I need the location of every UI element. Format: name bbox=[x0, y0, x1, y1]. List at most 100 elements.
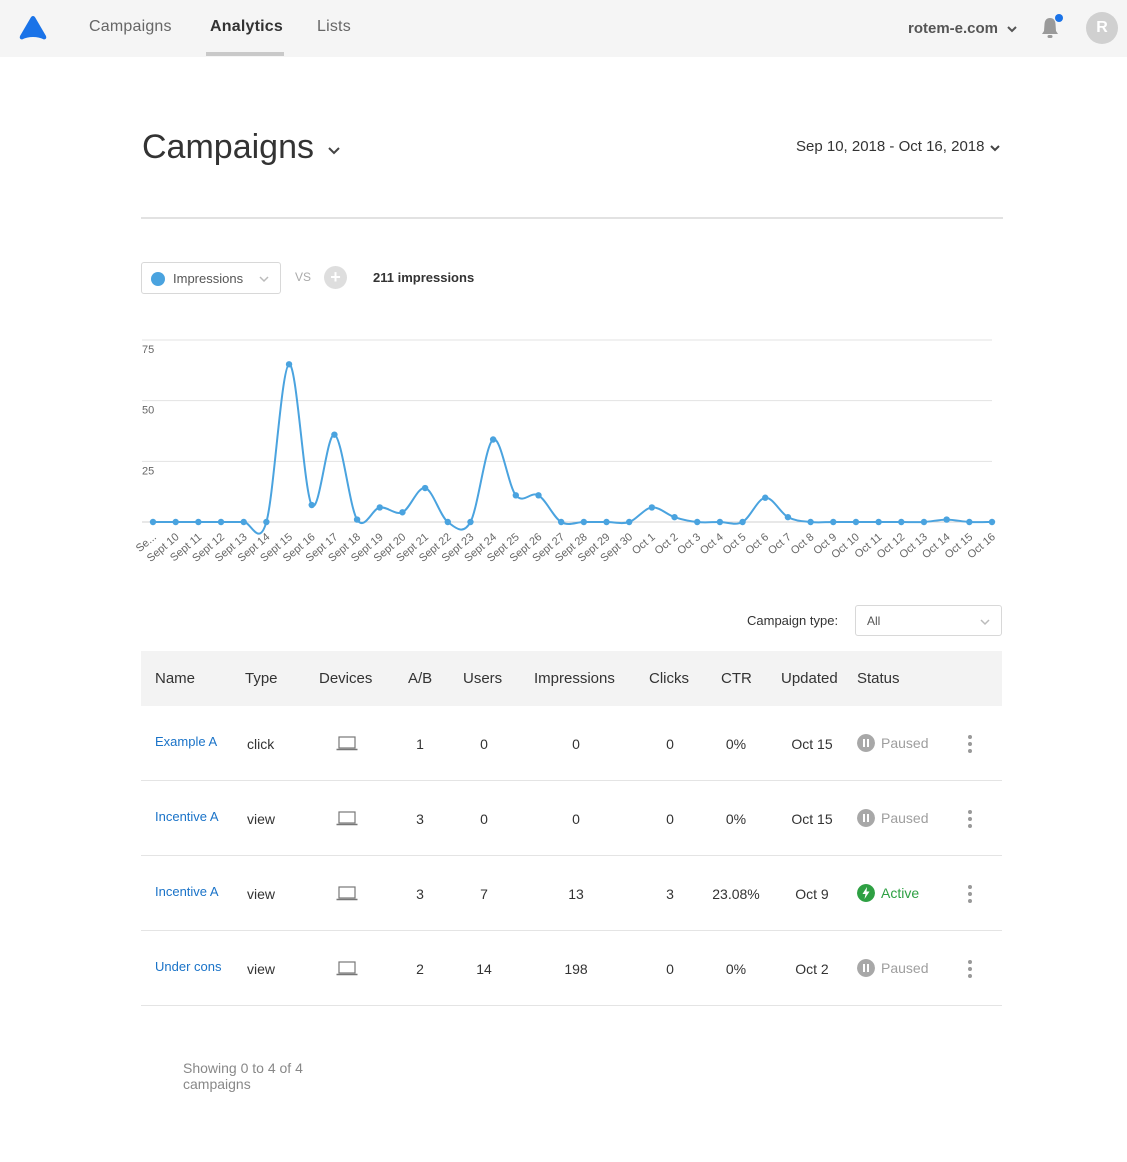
column-header-type[interactable]: Type bbox=[245, 670, 278, 687]
data-point bbox=[331, 431, 338, 438]
data-point bbox=[172, 518, 179, 526]
data-point bbox=[240, 518, 247, 526]
column-header-impressions[interactable]: Impressions bbox=[534, 670, 615, 687]
data-point bbox=[580, 518, 588, 526]
data-point bbox=[807, 518, 814, 526]
column-header-updated[interactable]: Updated bbox=[781, 670, 838, 687]
impressions-count: 0 bbox=[572, 736, 580, 752]
more-options-icon[interactable] bbox=[967, 809, 973, 829]
clicks-count: 0 bbox=[666, 961, 674, 977]
impressions-total: 211 impressions bbox=[373, 270, 475, 285]
column-header-devices[interactable]: Devices bbox=[319, 670, 372, 687]
x-tick-label: Oct 1 bbox=[630, 531, 658, 557]
campaign-name-link[interactable]: Incentive A bbox=[155, 884, 219, 899]
page-title: Campaigns bbox=[142, 128, 314, 166]
column-header-ab[interactable]: A/B bbox=[408, 670, 432, 687]
chevron-down-icon bbox=[259, 276, 269, 283]
vs-label: VS bbox=[295, 270, 312, 284]
ab-count: 2 bbox=[416, 961, 424, 977]
metric-select[interactable]: Impressions bbox=[141, 262, 281, 294]
users-count: 0 bbox=[480, 736, 488, 752]
data-point bbox=[444, 518, 451, 526]
impressions-count: 198 bbox=[564, 961, 588, 977]
chevron-down-icon bbox=[980, 619, 990, 626]
clicks-count: 0 bbox=[666, 736, 674, 752]
column-header-ctr[interactable]: CTR bbox=[721, 670, 752, 687]
clicks-count: 0 bbox=[666, 811, 674, 827]
data-point bbox=[988, 518, 996, 526]
nav-lists[interactable]: Lists bbox=[317, 18, 351, 36]
y-tick-label: 25 bbox=[142, 465, 154, 477]
ctr-value: 23.08% bbox=[712, 886, 760, 902]
data-point bbox=[875, 518, 882, 526]
desktop-icon bbox=[336, 961, 358, 976]
chevron-down-icon[interactable] bbox=[988, 141, 1002, 155]
campaign-type-label: Campaign type: bbox=[747, 613, 839, 628]
data-point bbox=[217, 518, 225, 526]
more-options-icon[interactable] bbox=[967, 959, 973, 979]
column-header-status[interactable]: Status bbox=[857, 670, 900, 687]
updated-date: Oct 9 bbox=[795, 886, 829, 902]
chevron-down-icon[interactable] bbox=[326, 144, 342, 158]
pause-icon bbox=[857, 959, 875, 977]
data-point bbox=[399, 509, 406, 516]
x-tick-label: Oct 2 bbox=[653, 531, 681, 557]
data-point bbox=[716, 518, 724, 526]
nav-campaigns[interactable]: Campaigns bbox=[89, 18, 172, 36]
data-point bbox=[943, 516, 950, 523]
data-point bbox=[467, 518, 474, 526]
pause-icon bbox=[857, 734, 875, 752]
top-nav: Campaigns Analytics Lists rotem-e.com R bbox=[0, 0, 1127, 57]
campaign-type: view bbox=[247, 961, 276, 977]
column-header-name[interactable]: Name bbox=[155, 670, 195, 687]
status-text: Active bbox=[881, 885, 920, 901]
desktop-icon bbox=[336, 811, 358, 826]
desktop-icon bbox=[336, 736, 358, 751]
table-row: Under cons view 2 14 198 0 0% Oct 2 Paus… bbox=[141, 931, 1002, 1006]
avatar[interactable]: R bbox=[1086, 12, 1118, 44]
data-point bbox=[898, 518, 905, 526]
data-point bbox=[830, 518, 837, 526]
data-point bbox=[739, 518, 746, 526]
data-point bbox=[421, 484, 429, 492]
chevron-down-icon[interactable] bbox=[1005, 22, 1019, 36]
metric-select-value: Impressions bbox=[173, 271, 244, 286]
impressions-series-line bbox=[152, 363, 993, 535]
updated-date: Oct 15 bbox=[791, 811, 833, 827]
desktop-icon bbox=[336, 886, 358, 901]
impressions-count: 0 bbox=[572, 811, 580, 827]
campaign-name-link[interactable]: Under cons bbox=[155, 959, 221, 974]
data-point bbox=[512, 492, 520, 499]
data-point bbox=[603, 518, 610, 526]
impressions-count: 13 bbox=[568, 886, 584, 902]
more-options-icon[interactable] bbox=[967, 884, 973, 904]
column-header-clicks[interactable]: Clicks bbox=[649, 670, 689, 687]
users-count: 0 bbox=[480, 811, 488, 827]
x-tick-label: Oct 4 bbox=[698, 531, 726, 557]
x-tick-label: Oct 8 bbox=[789, 531, 817, 557]
users-count: 7 bbox=[480, 886, 488, 902]
app-logo-icon[interactable] bbox=[18, 14, 48, 42]
add-comparison-button[interactable]: + bbox=[324, 266, 347, 289]
account-switcher[interactable]: rotem-e.com bbox=[908, 20, 998, 37]
notification-badge bbox=[1055, 14, 1063, 22]
column-header-users[interactable]: Users bbox=[463, 670, 502, 687]
pause-icon bbox=[857, 809, 875, 827]
more-options-icon[interactable] bbox=[967, 734, 973, 754]
y-tick-label: 50 bbox=[142, 405, 154, 417]
ctr-value: 0% bbox=[725, 811, 747, 827]
ctr-value: 0% bbox=[725, 736, 747, 752]
campaign-name-link[interactable]: Example A bbox=[155, 734, 217, 749]
x-tick-label: Oct 6 bbox=[743, 531, 771, 557]
data-point bbox=[671, 513, 678, 521]
campaign-type: view bbox=[247, 886, 276, 902]
campaign-name-link[interactable]: Incentive A bbox=[155, 809, 219, 824]
status-text: Paused bbox=[881, 735, 929, 751]
campaign-type-value: All bbox=[867, 614, 881, 628]
campaign-type: click bbox=[247, 736, 275, 752]
nav-analytics[interactable]: Analytics bbox=[210, 18, 283, 36]
date-range-picker[interactable]: Sep 10, 2018 - Oct 16, 2018 bbox=[796, 138, 984, 155]
data-point bbox=[694, 518, 701, 526]
data-point bbox=[784, 513, 792, 521]
campaign-type-select[interactable]: All bbox=[855, 605, 1002, 636]
